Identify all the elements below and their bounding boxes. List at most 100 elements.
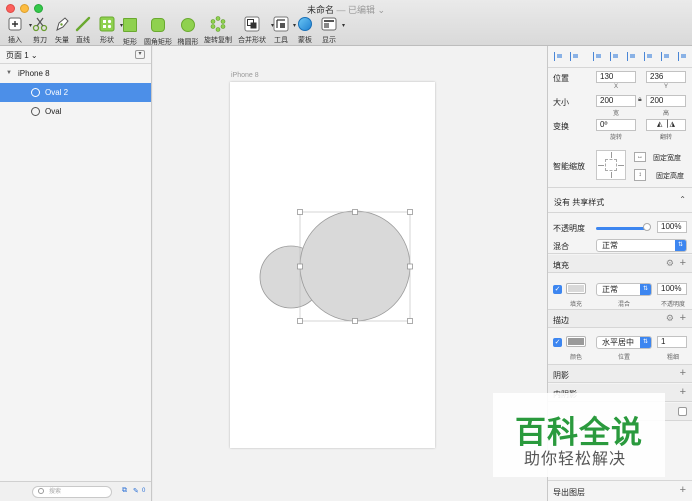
- width-field[interactable]: 200: [596, 95, 636, 107]
- add-inner-shadow-button[interactable]: +: [680, 386, 686, 398]
- layer-oval[interactable]: Oval: [0, 102, 151, 121]
- export-header: 导出图层 +: [548, 480, 692, 501]
- canvas[interactable]: iPhone 8: [153, 46, 547, 501]
- page-selector[interactable]: 页面 1 ⌄ ▾: [0, 46, 151, 64]
- watermark: 百科全说 助你轻松解决: [493, 393, 665, 477]
- plus-icon: ▾: [4, 16, 32, 34]
- chevron-updown-icon: ⇅: [640, 284, 651, 295]
- window-title: 未命名 — 已编辑 ⌄: [306, 5, 386, 15]
- opacity-slider-knob[interactable]: [643, 223, 651, 231]
- search-icon: [38, 488, 44, 494]
- geometry-section: 位置 130 236 X Y 大小 200 🔒︎ 200 宽 高 变换 0º ◭…: [548, 68, 692, 188]
- fill-enabled-checkbox[interactable]: ✓: [553, 285, 562, 294]
- scissors-icon: [30, 16, 50, 34]
- layer-search-input[interactable]: 搜索: [32, 486, 112, 498]
- align-middle-icon[interactable]: [661, 52, 670, 61]
- mask-icon: [296, 16, 314, 34]
- toolbar-vector-button[interactable]: 矢量: [52, 16, 72, 44]
- selection-overlay: [259, 209, 413, 324]
- shapes-icon: ▾: [97, 16, 123, 34]
- toolbar-insert-button[interactable]: ▾ 插入: [4, 16, 32, 44]
- align-top-icon[interactable]: [644, 52, 653, 61]
- alignment-toolbar: [548, 46, 692, 68]
- fix-height-icon[interactable]: ↕: [634, 169, 646, 181]
- toolbar-combine-shapes-button[interactable]: ▾ 合并形状: [236, 16, 274, 44]
- flip-horizontal-icon[interactable]: ◭▕: [657, 121, 668, 128]
- fill-opacity-field[interactable]: 100%: [657, 283, 687, 295]
- oval-icon: [176, 18, 200, 36]
- resizing-pins-widget[interactable]: [596, 150, 626, 180]
- toolbar-shapes-button[interactable]: ▾ 形状: [97, 16, 123, 44]
- distribute-vertical-icon[interactable]: [570, 52, 579, 61]
- lock-ratio-icon[interactable]: 🔒︎: [638, 96, 642, 104]
- disclosure-triangle-icon[interactable]: ▼: [6, 64, 12, 83]
- opacity-slider[interactable]: [596, 227, 648, 230]
- add-shadow-button[interactable]: +: [680, 367, 686, 379]
- flip-buttons[interactable]: ◭▕ ◮: [646, 119, 686, 131]
- border-enabled-checkbox[interactable]: ✓: [553, 338, 562, 347]
- height-field[interactable]: 200: [646, 95, 686, 107]
- toolbar-view-button[interactable]: ▾ 显示: [319, 16, 345, 44]
- chevron-updown-icon: ⌃: [679, 195, 686, 204]
- tools-icon: ▾: [272, 16, 296, 34]
- fill-options-gear-icon[interactable]: ⚙: [666, 258, 674, 269]
- oval-2-shape[interactable]: [299, 210, 411, 322]
- layer-artboard-iphone-8[interactable]: ▼ iPhone 8: [0, 64, 151, 83]
- flip-vertical-icon[interactable]: ◮: [670, 121, 675, 128]
- fill-header: 填充 ⚙ +: [548, 255, 692, 273]
- rounded-rectangle-icon: [143, 18, 173, 36]
- blending-select[interactable]: 正常 ⇅: [596, 239, 687, 252]
- combine-shapes-icon: ▾: [236, 16, 274, 34]
- fill-row: ✓ 正常 ⇅ 100% 填充 混合 不透明度: [548, 274, 692, 310]
- fill-blend-select[interactable]: 正常 ⇅: [596, 283, 652, 296]
- align-right-icon[interactable]: [627, 52, 636, 61]
- view-icon: ▾: [319, 16, 345, 34]
- toolbar-rectangle-button[interactable]: 矩形: [121, 16, 139, 46]
- title-bar: 未命名 — 已编辑 ⌄ ▾ 插入 剪刀 矢量 直线 ▾ 形状 矩形 圆角矩形 椭…: [0, 0, 692, 46]
- toolbar-oval-button[interactable]: 椭圆形: [176, 16, 200, 46]
- toolbar-scissors-button[interactable]: 剪刀: [30, 16, 50, 44]
- layer-oval-2[interactable]: Oval 2: [0, 83, 151, 102]
- toolbar-rotate-copy-button[interactable]: 旋转复制: [203, 16, 233, 44]
- toolbar-rounded-rectangle-button[interactable]: 圆角矩形: [143, 16, 173, 46]
- line-icon: [74, 16, 92, 34]
- appearance-section: 不透明度 100% 混合 正常 ⇅: [548, 214, 692, 254]
- shared-style-selector[interactable]: 没有 共享样式 ⌃: [548, 189, 692, 213]
- toolbar-tools-button[interactable]: ▾ 工具: [272, 16, 296, 44]
- edit-filter-icon[interactable]: ✎: [133, 487, 139, 495]
- border-row: ✓ 水平居中 ⇅ 1 颜色 位置 粗细: [548, 329, 692, 365]
- pen-icon: [52, 16, 72, 34]
- oval-layer-icon: [31, 107, 40, 116]
- align-bottom-icon[interactable]: [678, 52, 687, 61]
- add-export-button[interactable]: +: [680, 484, 686, 496]
- x-position-field[interactable]: 130: [596, 71, 636, 83]
- layer-list-panel: 页面 1 ⌄ ▾ ▼ iPhone 8 Oval 2 Oval 搜索 ⧉ ✎ 0: [0, 46, 152, 501]
- border-options-gear-icon[interactable]: ⚙: [666, 313, 674, 324]
- border-thickness-field[interactable]: 1: [657, 336, 687, 348]
- toggle-pages-button[interactable]: ▾: [135, 50, 145, 59]
- rotate-copy-icon: [203, 16, 233, 34]
- opacity-field[interactable]: 100%: [657, 221, 687, 233]
- fix-width-icon[interactable]: ↔: [634, 152, 646, 162]
- toolbar-mask-button[interactable]: 蒙板: [296, 16, 314, 44]
- blur-checkbox[interactable]: [678, 407, 687, 416]
- toolbar-line-button[interactable]: 直线: [74, 16, 92, 44]
- shadow-header: 阴影 +: [548, 365, 692, 383]
- slice-filter-icon[interactable]: ⧉: [122, 487, 127, 495]
- border-color-swatch[interactable]: [566, 336, 586, 347]
- align-left-icon[interactable]: [593, 52, 602, 61]
- chevron-updown-icon: ⇅: [675, 240, 686, 251]
- border-header: 描边 ⚙ +: [548, 310, 692, 328]
- distribute-horizontal-icon[interactable]: [554, 52, 563, 61]
- y-position-field[interactable]: 236: [646, 71, 686, 83]
- add-fill-button[interactable]: +: [680, 257, 686, 269]
- border-position-select[interactable]: 水平居中 ⇅: [596, 336, 652, 349]
- rectangle-icon: [121, 18, 139, 36]
- oval-layer-icon: [31, 88, 40, 97]
- add-border-button[interactable]: +: [680, 312, 686, 324]
- fill-color-swatch[interactable]: [566, 283, 586, 294]
- chevron-updown-icon: ⇅: [640, 337, 651, 348]
- align-center-icon[interactable]: [610, 52, 619, 61]
- layer-filter-bar: 搜索 ⧉ ✎ 0: [0, 481, 151, 501]
- rotation-field[interactable]: 0º: [596, 119, 636, 131]
